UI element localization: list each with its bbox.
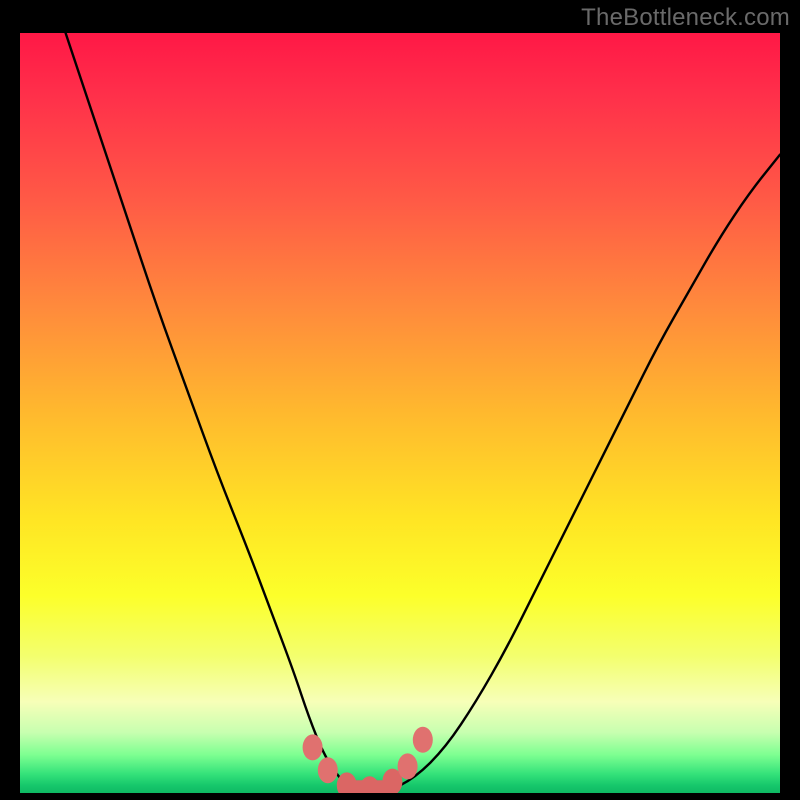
watermark-text: TheBottleneck.com <box>581 4 790 32</box>
plot-area <box>20 33 780 793</box>
curve-marker <box>337 772 357 793</box>
curve-marker <box>303 734 323 760</box>
curve-marker <box>318 757 338 783</box>
curve-markers <box>303 727 433 793</box>
curve-marker <box>360 776 380 793</box>
curve-marker <box>398 753 418 779</box>
chart-frame: TheBottleneck.com <box>0 0 800 800</box>
curve-marker <box>413 727 433 753</box>
bottleneck-curve <box>66 33 780 793</box>
bottleneck-curve-svg <box>20 33 780 793</box>
